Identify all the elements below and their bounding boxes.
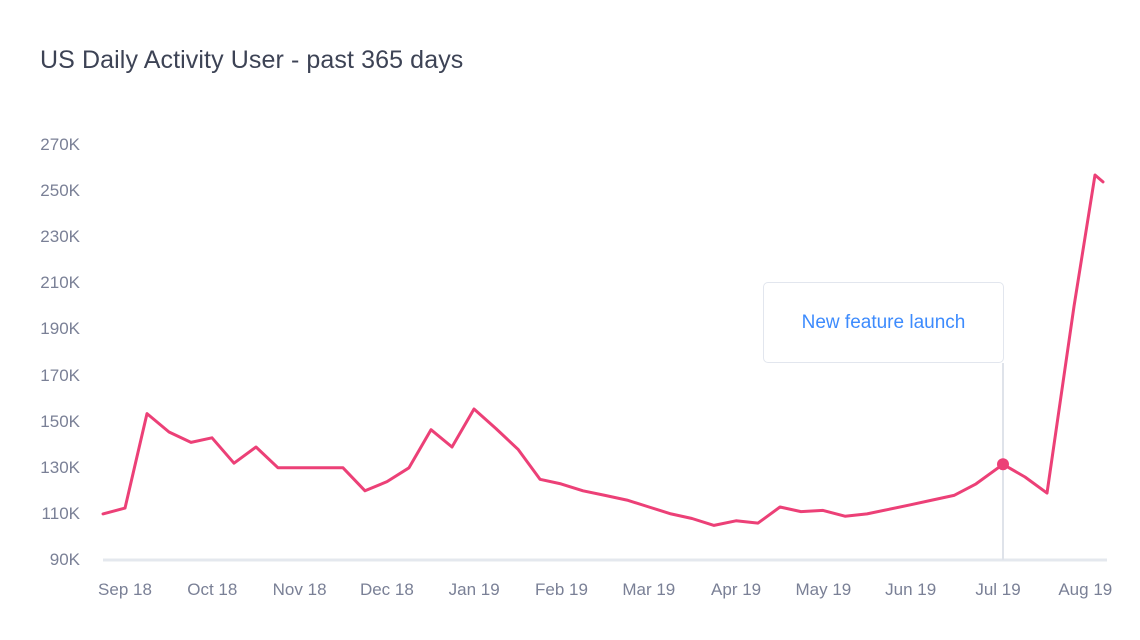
x-axis-tick-label: Jan 19 [448,580,500,599]
y-axis-tick-label: 270K [40,135,80,154]
x-axis-tick-label: Dec 18 [359,580,414,599]
x-axis-tick-label: Nov 18 [272,580,327,599]
y-axis-tick-label: 210K [40,273,80,293]
annotation-callout-label: New feature launch [801,311,966,333]
x-axis-tick-label: Sep 18 [98,580,152,599]
y-axis-tick-label: 170K [40,365,80,385]
y-axis-tick-label: 150K [40,411,80,431]
x-axis-tick-label: Feb 19 [535,580,588,599]
y-axis-tick-label: 90K [49,550,80,569]
x-axis-tick-label: Mar 19 [622,580,676,599]
x-axis-tick-label: Aug 19 [1058,580,1113,599]
x-axis-tick-label: Oct 18 [187,580,238,599]
annotation-callout-box[interactable]: New feature launch [763,282,1004,363]
x-axis-tick-label: May 19 [795,580,852,599]
x-axis-tick-label: Apr 19 [711,580,762,599]
y-axis-tick-label: 190K [40,319,80,339]
y-axis-tick-label: 110K [41,503,80,523]
x-axis-tick-label: Jun 19 [885,580,937,599]
y-axis-tick-label: 230K [40,227,80,247]
x-axis-tick-label: Jul 19 [975,580,1021,599]
data-point-marker [997,458,1009,471]
chart-card: US Daily Activity User - past 365 days 2… [0,0,1140,640]
y-axis-tick-label: 130K [40,457,80,477]
y-axis-tick-label: 250K [40,181,80,201]
